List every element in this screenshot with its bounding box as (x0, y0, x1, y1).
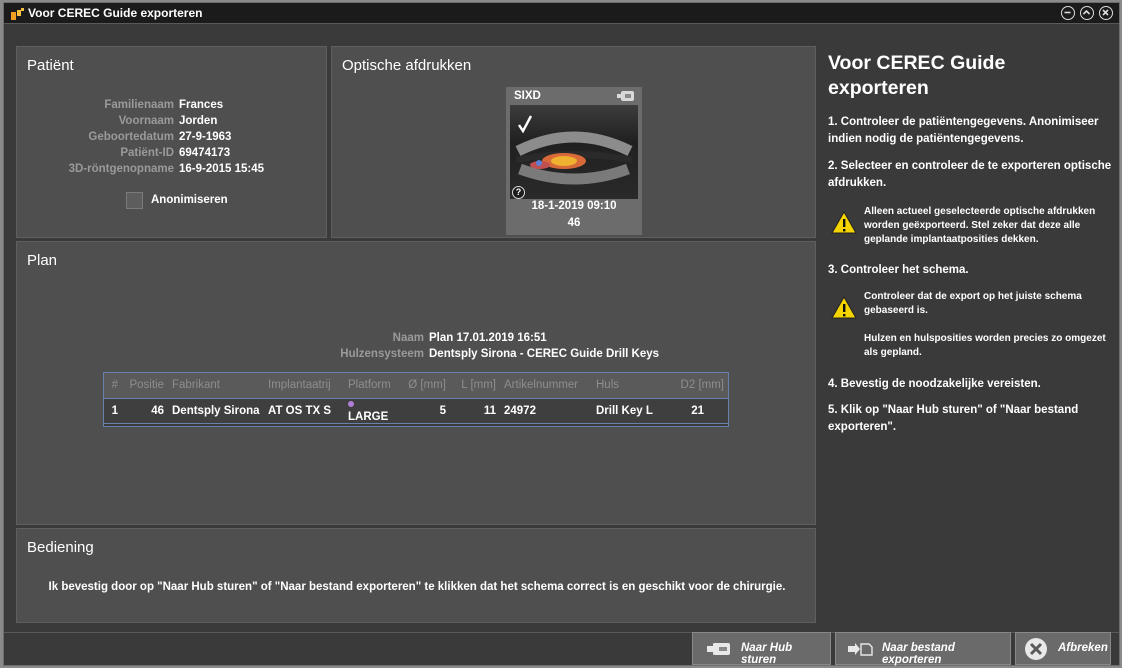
export-file-icon (848, 643, 873, 656)
table-header-row: # Positie Fabrikant Implantaatrij Platfo… (104, 373, 728, 398)
export-to-file-button[interactable]: Naar bestand exporteren (835, 632, 1011, 666)
cancel-label: Afbreken (1058, 642, 1108, 654)
cell-sleeve: Drill Key L (592, 397, 658, 424)
table-row[interactable]: 1 46 Dentsply Sirona AT OS TX S LARGE 5 … (104, 397, 728, 424)
cell-length: 11 (450, 397, 500, 424)
column-header[interactable]: D2 [mm] (658, 373, 728, 398)
column-header[interactable]: # (104, 373, 122, 398)
patient-panel: Patiënt Familienaam Frances Voornaam Jor… (16, 46, 327, 238)
send-to-hub-button[interactable]: Naar Hub sturen (692, 632, 831, 666)
cell-platform: LARGE (344, 397, 402, 424)
confirmation-text: Ik bevestig door op "Naar Hub sturen" of… (48, 581, 786, 593)
scanner-icon (617, 91, 634, 101)
column-header[interactable]: Implantaatrij (264, 373, 344, 398)
column-header[interactable]: Artikelnummer (500, 373, 592, 398)
minimize-icon[interactable] (1061, 6, 1075, 20)
column-header[interactable]: Ø [mm] (402, 373, 450, 398)
sleeve-system-value: Dentsply Sirona - CEREC Guide Drill Keys (429, 348, 660, 360)
maximize-icon[interactable] (1080, 6, 1094, 20)
field-label: Voornaam (118, 115, 174, 127)
warning-2: Controleer dat de export op het juiste s… (864, 291, 1082, 316)
scans-panel-title: Optische afdrukken (342, 57, 472, 74)
button-bar: Naar Hub sturen Naar bestand exporteren … (4, 632, 1119, 666)
cell-position: 46 (122, 397, 168, 424)
cancel-icon (1025, 638, 1047, 660)
warning-1: Alleen actueel geselecteerde optische af… (864, 206, 1096, 245)
send-to-hub-label: Naar Hub sturen (741, 642, 793, 666)
field-value: Jorden (179, 115, 218, 127)
field-label: Patiënt-ID (120, 147, 174, 159)
scan-thumbnail (510, 105, 638, 199)
column-header[interactable]: Positie (122, 373, 168, 398)
scans-panel: Optische afdrukken SIXD ? 18-1-2019 09:1… (331, 46, 816, 238)
patient-panel-title: Patiënt (27, 57, 74, 74)
hub-icon (707, 643, 730, 655)
step-4: 4. Bevestig de noodzakelijke vereisten. (828, 378, 1041, 390)
cell-diameter: 5 (402, 397, 450, 424)
field-value: 69474173 (179, 147, 231, 159)
scan-card[interactable]: SIXD ? 18-1-2019 09:10 46 (506, 87, 642, 235)
cell-num: 1 (104, 397, 122, 424)
checkmark-icon (518, 115, 533, 134)
scan-name: SIXD (514, 90, 541, 102)
warning-icon (831, 211, 857, 234)
anonymize-label[interactable]: Anonimiseren (151, 194, 228, 206)
field-value: 16-9-2015 15:45 (179, 163, 265, 175)
export-dialog: Voor CEREC Guide exporteren Patiënt Fami… (3, 2, 1120, 666)
scan-tooth: 46 (567, 217, 581, 229)
help-icon[interactable]: ? (512, 186, 525, 199)
window-title: Voor CEREC Guide exporteren (28, 6, 203, 20)
scan-date: 18-1-2019 09:10 (531, 200, 617, 212)
field-value: Frances (179, 99, 224, 111)
sidebar-title: Voor CEREC Guide exporteren (828, 52, 1006, 99)
warning-icon (831, 296, 857, 319)
cell-article: 24972 (500, 397, 592, 424)
step-3: 3. Controleer het schema. (828, 264, 969, 276)
plan-name-value: Plan 17.01.2019 16:51 (429, 332, 547, 344)
column-header[interactable]: Fabrikant (168, 373, 264, 398)
implant-table: # Positie Fabrikant Implantaatrij Platfo… (103, 372, 729, 427)
anonymize-checkbox[interactable] (126, 192, 143, 209)
app-icon (11, 8, 24, 20)
field-label: Familienaam (104, 99, 174, 111)
help-sidebar: Voor CEREC Guide exporteren 1. Controlee… (819, 24, 1119, 631)
title-bar: Voor CEREC Guide exporteren (4, 3, 1119, 24)
plan-name-label: Naam (392, 332, 424, 344)
column-header[interactable]: Platform (344, 373, 402, 398)
cancel-button[interactable]: Afbreken (1015, 632, 1111, 665)
plan-panel-title: Plan (27, 252, 58, 269)
operation-panel: Bediening Ik bevestig door op "Naar Hub … (16, 528, 816, 623)
column-header[interactable]: L [mm] (450, 373, 500, 398)
platform-color-dot (348, 400, 354, 407)
cell-platform-label: LARGE (348, 410, 389, 423)
operation-panel-title: Bediening (27, 539, 94, 556)
cell-d2: 21 (658, 397, 728, 424)
cell-implant-line: AT OS TX S (264, 397, 344, 424)
note-2: Hulzen en hulsposities worden precies zo… (864, 333, 1106, 358)
cell-manufacturer: Dentsply Sirona (168, 397, 264, 424)
step-5: 5. Klik op "Naar Hub sturen" of "Naar be… (828, 404, 1079, 433)
help-icon-label: ? (515, 187, 522, 197)
export-to-file-label: Naar bestand exporteren (882, 642, 955, 666)
field-label: Geboortedatum (88, 131, 174, 143)
sleeve-system-label: Hulzensysteem (340, 348, 424, 360)
plan-panel: Plan Naam Plan 17.01.2019 16:51 Hulzensy… (16, 241, 816, 525)
step-1: 1. Controleer de patiëntengegevens. Anon… (828, 116, 1099, 145)
column-header[interactable]: Huls (592, 373, 658, 398)
field-label: 3D-röntgenopname (68, 163, 174, 175)
close-icon[interactable] (1099, 6, 1113, 20)
step-2: 2. Selecteer en controleer de te exporte… (828, 160, 1112, 189)
field-value: 27-9-1963 (179, 131, 232, 143)
